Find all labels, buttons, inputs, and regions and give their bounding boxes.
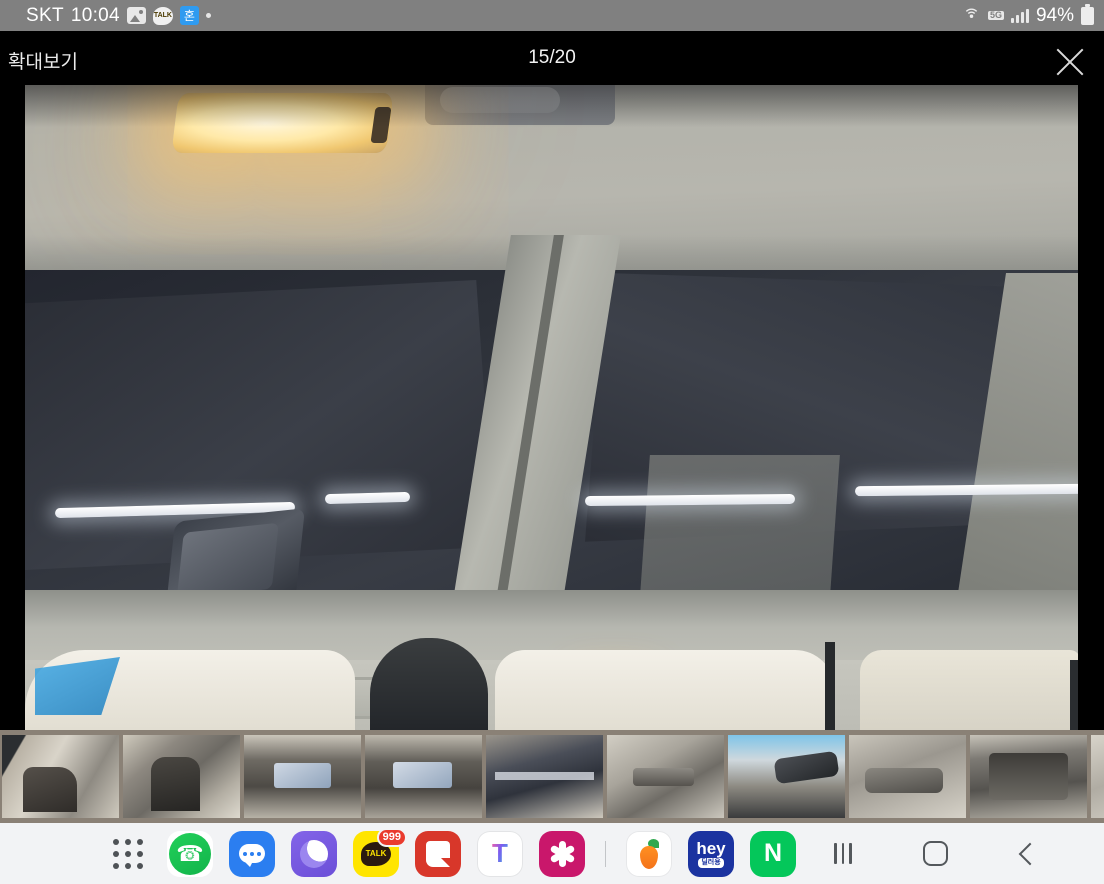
5g-icon: 5G (987, 10, 1004, 20)
kakaotalk-badge: 999 (376, 827, 407, 847)
ceiling-reflection-panel (640, 455, 840, 595)
status-bar-left: SKT 10:04 TALK 혼 (26, 5, 211, 27)
dock-divider (605, 840, 606, 867)
photo-stage[interactable] (0, 31, 1104, 730)
door-frame (825, 642, 835, 730)
kakaotalk-icon[interactable]: TALK 999 (353, 827, 407, 877)
door-frame-rear (1070, 660, 1078, 730)
thumbnail-image-8 (849, 735, 966, 818)
thumbnail-item-4[interactable] (365, 735, 482, 818)
messages-icon[interactable] (229, 830, 275, 877)
carrot-icon[interactable] (626, 830, 672, 877)
thumbnail-strip[interactable] (0, 730, 1104, 823)
hey-label: hey (696, 838, 726, 858)
status-bar: SKT 10:04 TALK 혼 5G 94% (0, 0, 1104, 31)
window-rear (860, 650, 1078, 730)
flower-icon[interactable] (539, 830, 585, 877)
status-bar-right: 5G 94% (962, 3, 1094, 27)
close-icon[interactable] (1046, 38, 1094, 86)
note-page-glyph (426, 840, 450, 867)
samsung-internet-icon[interactable] (291, 830, 337, 877)
carrot-glyph (636, 838, 662, 869)
thumbnail-item-7[interactable] (728, 735, 845, 818)
flower-glyph (549, 840, 576, 867)
photo-top-gradient (25, 85, 1078, 127)
dock-bar: ☎ TALK 999 T hey 딜러용 N (0, 823, 1104, 884)
thumbnail-image-2 (123, 735, 240, 818)
home-glyph (922, 841, 948, 866)
thumbnail-item-5[interactable] (486, 735, 603, 818)
thumbnail-image-5 (486, 735, 603, 818)
mirror-face (176, 522, 279, 599)
internet-glyph (300, 839, 328, 868)
thumbnail-image-4 (365, 735, 482, 818)
hey-dealer-icon[interactable]: hey 딜러용 (688, 830, 734, 877)
naver-letter: N (763, 839, 783, 867)
apps-grid-dots (108, 834, 148, 874)
thumbnail-item-10[interactable] (1091, 735, 1104, 818)
note-icon[interactable] (415, 830, 461, 877)
thumbnail-item-1[interactable] (2, 735, 119, 818)
message-bubble-glyph (239, 844, 265, 867)
clock-label: 10:04 (70, 4, 120, 26)
thumbnail-item-8[interactable] (849, 735, 966, 818)
recents-glyph (834, 843, 852, 864)
thumbnail-item-2[interactable] (123, 735, 240, 818)
hancom-notification-icon: 혼 (179, 6, 199, 25)
hey-sub-label: 딜러용 (698, 857, 724, 868)
kakaotalk-notification-icon: TALK (152, 6, 173, 25)
tmap-icon[interactable]: T (477, 830, 523, 877)
thumbnail-image-9 (970, 735, 1087, 818)
more-dot-icon (205, 13, 211, 18)
signal-bars-icon (1010, 8, 1029, 23)
apps-grid-icon[interactable] (105, 831, 151, 877)
window-right (495, 650, 835, 730)
phone-icon[interactable]: ☎ (167, 830, 213, 877)
thumbnail-image-3 (244, 735, 361, 818)
home-icon[interactable] (918, 837, 952, 871)
naver-icon[interactable]: N (750, 830, 796, 877)
main-photo[interactable] (25, 85, 1078, 730)
dock-app-list: ☎ TALK 999 T hey 딜러용 N (0, 827, 796, 877)
thumbnail-image-7 (728, 735, 845, 818)
battery-icon (1081, 3, 1094, 25)
tmap-letter: T (492, 838, 508, 868)
system-nav-bar (826, 837, 1104, 871)
phone-screen: SKT 10:04 TALK 혼 5G 94% 확대보기 15/20 ☎ TAL… (0, 0, 1104, 884)
viewer-header: 확대보기 15/20 (0, 31, 1104, 85)
hotspot-icon (962, 6, 981, 25)
carrot-body (640, 845, 658, 869)
photo-icon (126, 7, 146, 24)
recents-icon[interactable] (826, 837, 860, 871)
thumbnail-image-10 (1091, 735, 1104, 818)
thumbnail-item-9[interactable] (970, 735, 1087, 818)
thumbnail-item-6[interactable] (607, 735, 724, 818)
back-icon[interactable] (1010, 837, 1044, 871)
phone-glyph: ☎ (169, 832, 211, 875)
thumbnail-item-3[interactable] (244, 735, 361, 818)
thumbnail-image-1 (2, 735, 119, 818)
thumbnail-image-6 (607, 735, 724, 818)
carrier-label: SKT (26, 4, 64, 26)
back-glyph (1018, 842, 1041, 865)
photo-counter: 15/20 (528, 47, 576, 68)
battery-percent-label: 94% (1035, 4, 1074, 26)
